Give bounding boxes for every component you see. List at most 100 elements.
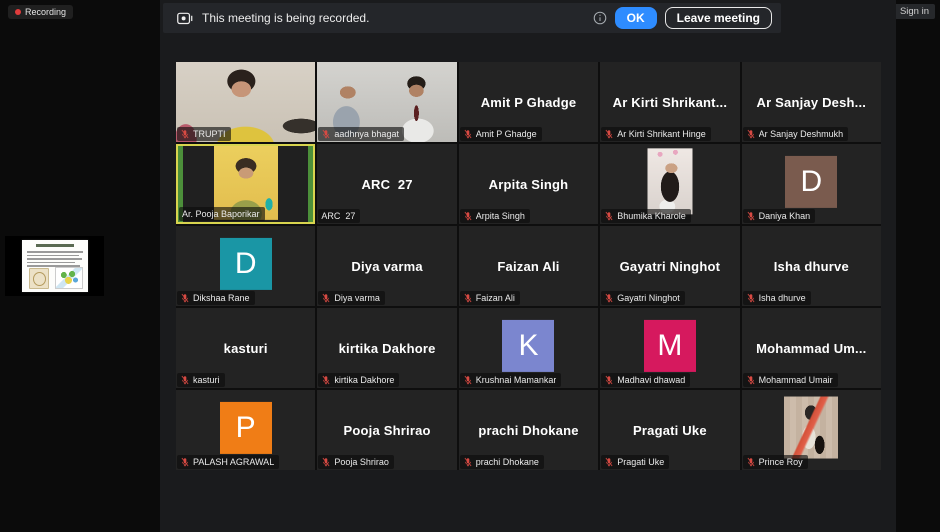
participant-name-text: kirtika Dakhore [334, 375, 394, 385]
participant-name-text: Krushnai Mamankar [476, 375, 557, 385]
participant-name-label: kasturi [177, 373, 225, 387]
participant-tile-daniya-khan[interactable]: D Daniya Khan [742, 144, 881, 224]
participant-tile-arpita-singh[interactable]: Arpita SinghArpita Singh [459, 144, 598, 224]
participant-photo-avatar [784, 397, 838, 459]
participant-name-text: Mohammad Umair [759, 375, 833, 385]
participant-tile-mohammad-umair[interactable]: Mohammad Um...Mohammad Umair [742, 308, 881, 388]
participant-name-text: Amit P Ghadge [476, 129, 537, 139]
participant-name-text: Arpita Singh [476, 211, 525, 221]
muted-mic-icon [746, 211, 756, 221]
muted-mic-icon [604, 129, 614, 139]
participant-tile-kasturi[interactable]: kasturikasturi [176, 308, 315, 388]
participant-tile-pooja-shrirao[interactable]: Pooja ShriraoPooja Shrirao [317, 390, 456, 470]
recording-camera-icon [177, 12, 194, 25]
muted-mic-icon [180, 457, 190, 467]
participant-tile-prince-roy[interactable]: Prince Roy [742, 390, 881, 470]
participants-grid: TRUPTI aadhnya bhagat Amit P GhadgeAmit P … [176, 62, 881, 470]
participant-name-text: Daniya Khan [759, 211, 811, 221]
muted-mic-icon [180, 293, 190, 303]
recording-dot-icon [15, 9, 21, 15]
participant-tile-isha-dhurve[interactable]: Isha dhurveIsha dhurve [742, 226, 881, 306]
muted-mic-icon [746, 129, 756, 139]
leave-meeting-button[interactable]: Leave meeting [665, 7, 772, 29]
participant-tile-palash-agrawal[interactable]: PPALASH AGRAWAL [176, 390, 315, 470]
slide-sketch-image [29, 268, 49, 289]
participant-name-text: Prince Roy [759, 457, 803, 467]
participant-name-label: kirtika Dakhore [318, 373, 399, 387]
participant-name-text: Bhumika Kharole [617, 211, 686, 221]
participant-name-text: Ar Kirti Shrikant Hinge [617, 129, 706, 139]
muted-mic-icon [604, 293, 614, 303]
participant-name-text: Diya varma [334, 293, 380, 303]
participant-name-label: Bhumika Kharole [601, 209, 691, 223]
participant-tile-arc-27[interactable]: ARC 27ARC 27 [317, 144, 456, 224]
participant-name-label: Mohammad Umair [743, 373, 838, 387]
muted-mic-icon [463, 457, 473, 467]
participant-name-label: Madhavi dhawad [601, 373, 690, 387]
participant-name-text: aadhnya bhagat [334, 129, 399, 139]
participant-name-label: Pragati Uke [601, 455, 669, 469]
participant-name-label: Arpita Singh [460, 209, 530, 223]
muted-mic-icon [746, 293, 756, 303]
participant-name-text: Pooja Shrirao [334, 457, 389, 467]
participant-name-text: Gayatri Ninghot [617, 293, 680, 303]
participant-name-text: kasturi [193, 375, 220, 385]
muted-mic-icon [604, 457, 614, 467]
participant-tile-amit-p-ghadge[interactable]: Amit P GhadgeAmit P Ghadge [459, 62, 598, 142]
slide-preview [22, 240, 88, 292]
ok-button[interactable]: OK [615, 7, 657, 29]
participant-tile-ar-pooja-baporikar[interactable]: Ar. Pooja Baporikar [176, 144, 315, 224]
participant-name-label: Isha dhurve [743, 291, 811, 305]
participant-name-text: Ar Sanjay Deshmukh [759, 129, 844, 139]
participant-tile-pragati-uke[interactable]: Pragati UkePragati Uke [600, 390, 739, 470]
participant-name-label: Diya varma [318, 291, 385, 305]
recording-indicator: Recording [8, 5, 73, 19]
participant-tile-prachi-dhokane[interactable]: prachi Dhokaneprachi Dhokane [459, 390, 598, 470]
participant-name-label: TRUPTI [177, 127, 231, 141]
participant-initial-avatar: D [785, 156, 837, 208]
participant-initial-avatar: K [502, 320, 554, 372]
sign-in-button[interactable]: Sign in [894, 4, 935, 19]
muted-mic-icon [463, 211, 473, 221]
participant-name-label: prachi Dhokane [460, 455, 544, 469]
participant-tile-aadhnya-bhagat[interactable]: aadhnya bhagat [317, 62, 456, 142]
participant-tile-madhavi-dhawad[interactable]: MMadhavi dhawad [600, 308, 739, 388]
muted-mic-icon [321, 375, 331, 385]
participant-name-label: Ar Kirti Shrikant Hinge [601, 127, 711, 141]
recording-label: Recording [25, 7, 66, 17]
participant-tile-ar-sanjay-deshmukh[interactable]: Ar Sanjay Desh...Ar Sanjay Deshmukh [742, 62, 881, 142]
muted-mic-icon [604, 211, 614, 221]
participant-name-label: Dikshaa Rane [177, 291, 255, 305]
participant-tile-dikshaa-rane[interactable]: DDikshaa Rane [176, 226, 315, 306]
muted-mic-icon [180, 129, 190, 139]
muted-mic-icon [604, 375, 614, 385]
participant-tile-gayatri-ninghot[interactable]: Gayatri NinghotGayatri Ninghot [600, 226, 739, 306]
participant-name-label: Faizan Ali [460, 291, 520, 305]
participant-name-text: Isha dhurve [759, 293, 806, 303]
participant-name-label: Krushnai Mamankar [460, 373, 562, 387]
shared-slide-thumbnail[interactable] [5, 236, 104, 296]
participant-name-label: Gayatri Ninghot [601, 291, 685, 305]
participant-name-label: Amit P Ghadge [460, 127, 542, 141]
participant-name-text: ARC 27 [321, 211, 355, 221]
participant-tile-kirtika-dakhore[interactable]: kirtika Dakhorekirtika Dakhore [317, 308, 456, 388]
participant-initial-avatar: D [220, 238, 272, 290]
participant-tile-faizan-ali[interactable]: Faizan AliFaizan Ali [459, 226, 598, 306]
participant-initial-avatar: M [644, 320, 696, 372]
muted-mic-icon [746, 457, 756, 467]
recording-banner: This meeting is being recorded. OK Leave… [163, 3, 781, 33]
info-icon[interactable] [593, 11, 607, 25]
participant-name-label: Ar. Pooja Baporikar [179, 207, 265, 221]
participant-tile-ar-kirti-shrikant-hinge[interactable]: Ar Kirti Shrikant...Ar Kirti Shrikant Hi… [600, 62, 739, 142]
participant-name-label: Prince Roy [743, 455, 808, 469]
participant-name-label: aadhnya bhagat [318, 127, 404, 141]
participant-tile-trupti[interactable]: TRUPTI [176, 62, 315, 142]
participant-name-label: Daniya Khan [743, 209, 816, 223]
participant-name-label: Ar Sanjay Deshmukh [743, 127, 849, 141]
participant-tile-bhumika-kharole[interactable]: Bhumika Kharole [600, 144, 739, 224]
participant-tile-krushnai-mamankar[interactable]: K Krushnai Mamankar [459, 308, 598, 388]
participant-tile-diya-varma[interactable]: Diya varmaDiya varma [317, 226, 456, 306]
participant-name-label: Pooja Shrirao [318, 455, 394, 469]
participant-name-label: PALASH AGRAWAL [177, 455, 279, 469]
muted-mic-icon [463, 129, 473, 139]
